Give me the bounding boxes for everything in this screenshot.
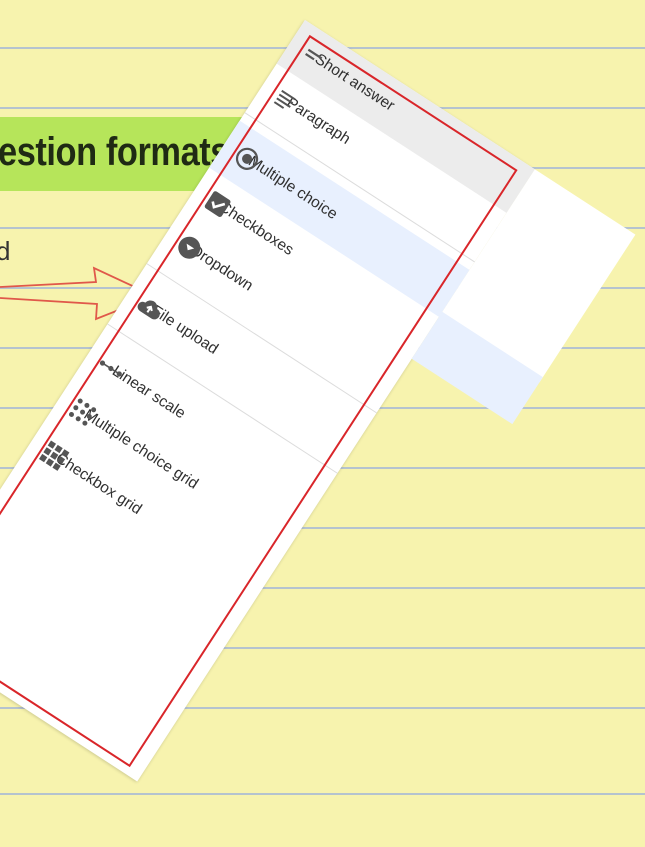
slide-heading: estion formats: <box>0 130 241 174</box>
slide-partial-text: d <box>0 236 11 266</box>
